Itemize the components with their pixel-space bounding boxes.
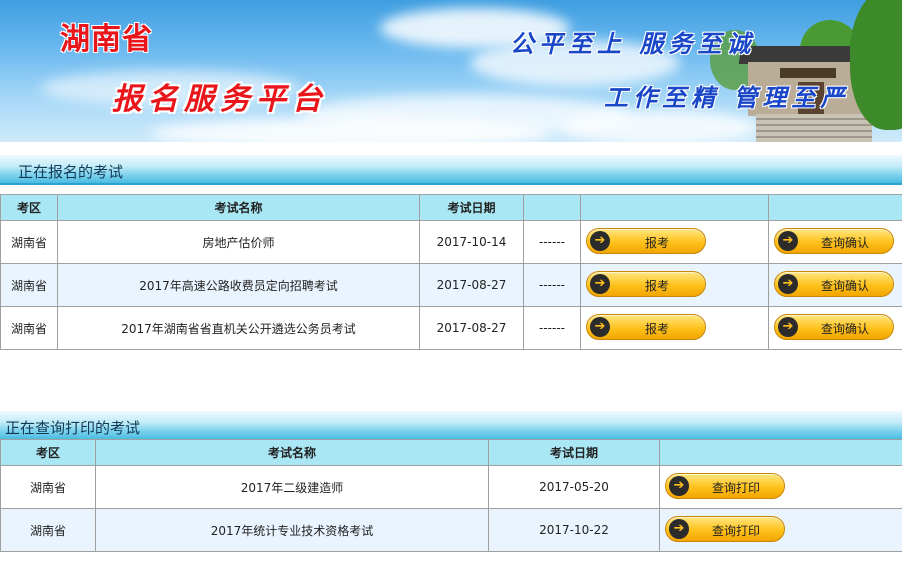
button-label: 查询确认 <box>820 321 869 336</box>
section-header-registering: 正在报名的考试 <box>0 155 902 185</box>
printing-exams-table: 考区 考试名称 考试日期 湖南省 2017年二级建造师 2017-05-20 ➔… <box>0 439 902 552</box>
arrow-right-circle-icon: ➔ <box>778 316 798 337</box>
query-print-button[interactable]: ➔ 查询打印 <box>665 515 785 542</box>
cell-exam-date: 2017-08-27 <box>419 306 524 350</box>
slogan-line-2: 工作至精 管理至严 <box>604 83 850 112</box>
query-print-button[interactable]: ➔ 查询打印 <box>665 472 785 499</box>
cell-register: ➔ 报考 <box>580 306 769 350</box>
cell-exam-name: 2017年高速公路收费员定向招聘考试 <box>57 263 420 307</box>
button-label: 查询确认 <box>820 278 869 293</box>
arrow-right-circle-icon: ➔ <box>669 475 689 496</box>
section-header-printing: 正在查询打印的考试 <box>0 411 902 441</box>
cell-exam-date: 2017-10-22 <box>488 508 660 552</box>
building-plaque <box>780 68 836 78</box>
cell-exam-date: 2017-10-14 <box>419 220 524 264</box>
cell-exam-date: 2017-08-27 <box>419 263 524 307</box>
cell-region: 湖南省 <box>0 306 58 350</box>
arrow-right-circle-icon: ➔ <box>590 230 610 251</box>
button-label: 查询打印 <box>711 480 760 495</box>
cell-region: 湖南省 <box>0 263 58 307</box>
table-row: 湖南省 2017年统计专业技术资格考试 2017-10-22 ➔ 查询打印 <box>0 508 902 552</box>
slogan-line-1: 公平至上 服务至诚 <box>510 29 756 58</box>
query-confirm-button[interactable]: ➔ 查询确认 <box>774 270 894 297</box>
arrow-right-circle-icon: ➔ <box>778 273 798 294</box>
button-label: 报考 <box>644 235 669 250</box>
column-header-blank <box>768 194 902 221</box>
cell-register: ➔ 报考 <box>580 220 769 264</box>
arrow-right-circle-icon: ➔ <box>669 518 689 539</box>
arrow-right-circle-icon: ➔ <box>590 273 610 294</box>
column-header-exam-name: 考试名称 <box>57 194 420 221</box>
column-header-blank <box>523 194 581 221</box>
column-header-region: 考区 <box>0 439 96 466</box>
arrow-right-circle-icon: ➔ <box>590 316 610 337</box>
cell-exam-date: 2017-05-20 <box>488 465 660 509</box>
table-row: 湖南省 2017年高速公路收费员定向招聘考试 2017-08-27 ------… <box>0 263 902 307</box>
button-label: 查询打印 <box>711 523 760 538</box>
column-header-exam-date: 考试日期 <box>419 194 524 221</box>
table-row: 湖南省 房地产估价师 2017-10-14 ------ ➔ 报考 ➔ 查询确认 <box>0 220 902 264</box>
query-confirm-button[interactable]: ➔ 查询确认 <box>774 227 894 254</box>
table-row: 湖南省 2017年湖南省省直机关公开遴选公务员考试 2017-08-27 ---… <box>0 306 902 350</box>
cell-exam-name: 2017年湖南省省直机关公开遴选公务员考试 <box>57 306 420 350</box>
button-label: 报考 <box>644 278 669 293</box>
cell-confirm: ➔ 查询确认 <box>768 263 902 307</box>
cell-register: ➔ 报考 <box>580 263 769 307</box>
cell-region: 湖南省 <box>0 220 58 264</box>
table-header-row: 考区 考试名称 考试日期 <box>0 194 902 221</box>
cell-confirm: ➔ 查询确认 <box>768 220 902 264</box>
cell-region: 湖南省 <box>0 465 96 509</box>
province-name: 湖南省 <box>60 22 153 57</box>
button-label: 报考 <box>644 321 669 336</box>
cell-print: ➔ 查询打印 <box>659 465 902 509</box>
platform-name: 报名服务平台 <box>112 82 328 117</box>
page-banner: 湖南省 报名服务平台 公平至上 服务至诚 工作至精 管理至严 <box>0 0 902 142</box>
cloud <box>150 118 550 142</box>
register-button[interactable]: ➔ 报考 <box>586 227 706 254</box>
column-header-exam-name: 考试名称 <box>95 439 489 466</box>
cell-confirm: ➔ 查询确认 <box>768 306 902 350</box>
register-button[interactable]: ➔ 报考 <box>586 313 706 340</box>
section-title: 正在报名的考试 <box>18 163 124 181</box>
column-header-exam-date: 考试日期 <box>488 439 660 466</box>
cell-extra: ------ <box>523 306 581 350</box>
column-header-blank <box>580 194 769 221</box>
section-title: 正在查询打印的考试 <box>5 419 141 437</box>
cell-exam-name: 2017年统计专业技术资格考试 <box>95 508 489 552</box>
arrow-right-circle-icon: ➔ <box>778 230 798 251</box>
building-stairs <box>756 114 872 142</box>
cell-region: 湖南省 <box>0 508 96 552</box>
column-header-blank <box>659 439 902 466</box>
query-confirm-button[interactable]: ➔ 查询确认 <box>774 313 894 340</box>
column-header-region: 考区 <box>0 194 58 221</box>
registering-exams-table: 考区 考试名称 考试日期 湖南省 房地产估价师 2017-10-14 -----… <box>0 194 902 350</box>
cell-exam-name: 2017年二级建造师 <box>95 465 489 509</box>
cell-extra: ------ <box>523 263 581 307</box>
banner-building-scene <box>700 0 902 142</box>
cell-print: ➔ 查询打印 <box>659 508 902 552</box>
button-label: 查询确认 <box>820 235 869 250</box>
cell-exam-name: 房地产估价师 <box>57 220 420 264</box>
cell-extra: ------ <box>523 220 581 264</box>
table-header-row: 考区 考试名称 考试日期 <box>0 439 902 466</box>
register-button[interactable]: ➔ 报考 <box>586 270 706 297</box>
table-row: 湖南省 2017年二级建造师 2017-05-20 ➔ 查询打印 <box>0 465 902 509</box>
